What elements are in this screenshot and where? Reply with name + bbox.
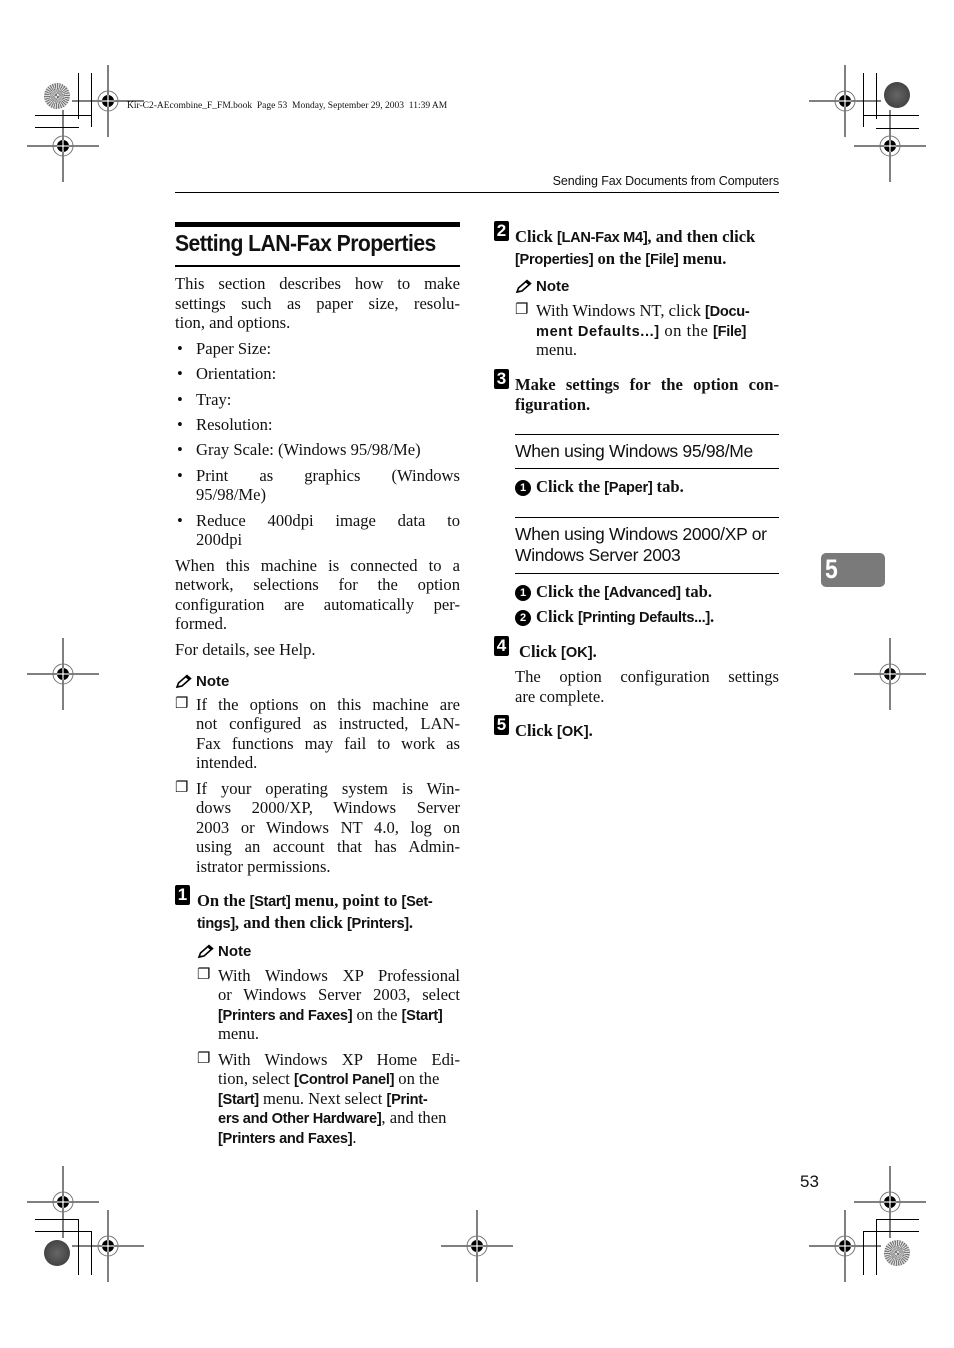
section-title: Setting LAN-Fax Properties xyxy=(175,230,436,256)
bullet-icon: • xyxy=(177,511,183,530)
header-rule xyxy=(175,192,779,193)
text-line: This section describes how to make xyxy=(175,274,460,293)
pencil-icon xyxy=(515,279,532,294)
title-bar xyxy=(175,222,460,227)
registration-target-icon xyxy=(27,638,99,710)
text-line: settings such as paper size, resolu- xyxy=(175,294,460,313)
registration-target-icon xyxy=(27,110,99,182)
substep: 1 Click the [Paper] tab. xyxy=(515,477,684,499)
substep: 2 Click [Printing Defaults...]. xyxy=(515,607,714,629)
subsection-rule xyxy=(515,434,779,435)
step-4-instruction: Click [OK]. xyxy=(519,642,597,661)
registration-target-icon xyxy=(441,1210,513,1282)
color-bar-rosette-icon xyxy=(44,1240,70,1266)
text-line: configuration are automatically per- xyxy=(175,595,460,614)
bullet-icon: • xyxy=(177,390,183,409)
subsection-rule xyxy=(515,573,779,574)
circled-number-icon: 1 xyxy=(515,585,531,601)
step-number-badge: 2 xyxy=(494,221,509,241)
registration-target-icon xyxy=(854,638,926,710)
step-number-badge: 1 xyxy=(175,885,190,905)
bullet-icon: • xyxy=(177,466,183,485)
checkbox-bullet-icon: ❐ xyxy=(515,302,529,318)
chapter-tab: 5 xyxy=(821,553,885,587)
pencil-icon xyxy=(197,944,214,959)
text-line: network, selections for the option xyxy=(175,575,460,594)
checkbox-bullet-icon: ❐ xyxy=(197,1051,211,1067)
bullet-icon: • xyxy=(177,440,183,459)
step-3-instruction: Make settings for the option con- figura… xyxy=(515,375,779,414)
subsection-title-win9x: When using Windows 95/98/Me xyxy=(515,441,753,461)
text-line: tion, and options. xyxy=(175,313,291,332)
pencil-icon xyxy=(175,674,192,689)
subsection-rule xyxy=(515,468,779,469)
registration-target-icon xyxy=(809,1210,881,1282)
bullet-icon: • xyxy=(177,364,183,383)
checkbox-bullet-icon: ❐ xyxy=(175,780,189,796)
page-number: 53 xyxy=(800,1172,819,1191)
color-bar-rosette-icon xyxy=(884,1240,910,1266)
substep: 1 Click the [Advanced] tab. xyxy=(515,582,712,604)
running-head: Sending Fax Documents from Computers xyxy=(552,174,779,188)
step-number-badge: 5 xyxy=(494,715,509,735)
step-number-badge: 4 xyxy=(494,636,509,656)
title-rule xyxy=(175,265,460,267)
text-line: formed. xyxy=(175,614,228,633)
checkbox-bullet-icon: ❐ xyxy=(197,967,211,983)
step-1-instruction: On the [Start] menu, point to [Set- ting… xyxy=(197,891,433,932)
note-heading: Note xyxy=(515,278,569,295)
registration-target-icon xyxy=(854,110,926,182)
checkbox-bullet-icon: ❐ xyxy=(175,696,189,712)
text-line: When this machine is connected to a xyxy=(175,556,460,575)
bullet-icon: • xyxy=(177,339,183,358)
help-paragraph: For details, see Help. xyxy=(175,640,316,659)
slug-line: Kir-C2-AEcombine_F_FM.book Page 53 Monda… xyxy=(127,101,448,111)
circled-number-icon: 2 xyxy=(515,610,531,626)
color-bar-rosette-icon xyxy=(884,82,910,108)
step-5-instruction: Click [OK]. xyxy=(515,721,593,740)
bullet-icon: • xyxy=(177,415,183,434)
note-heading: Note xyxy=(197,943,251,960)
subsection-rule xyxy=(515,517,779,518)
registration-target-icon xyxy=(72,1210,144,1282)
color-bar-rosette-icon xyxy=(44,83,70,109)
subsection-title-win2000: When using Windows 2000/XP or Windows Se… xyxy=(515,524,767,565)
circled-number-icon: 1 xyxy=(515,480,531,496)
note-heading: Note xyxy=(175,673,229,690)
step-number-badge: 3 xyxy=(494,369,509,389)
step-2-instruction: Click [LAN-Fax M4], and then click [Prop… xyxy=(515,227,756,268)
